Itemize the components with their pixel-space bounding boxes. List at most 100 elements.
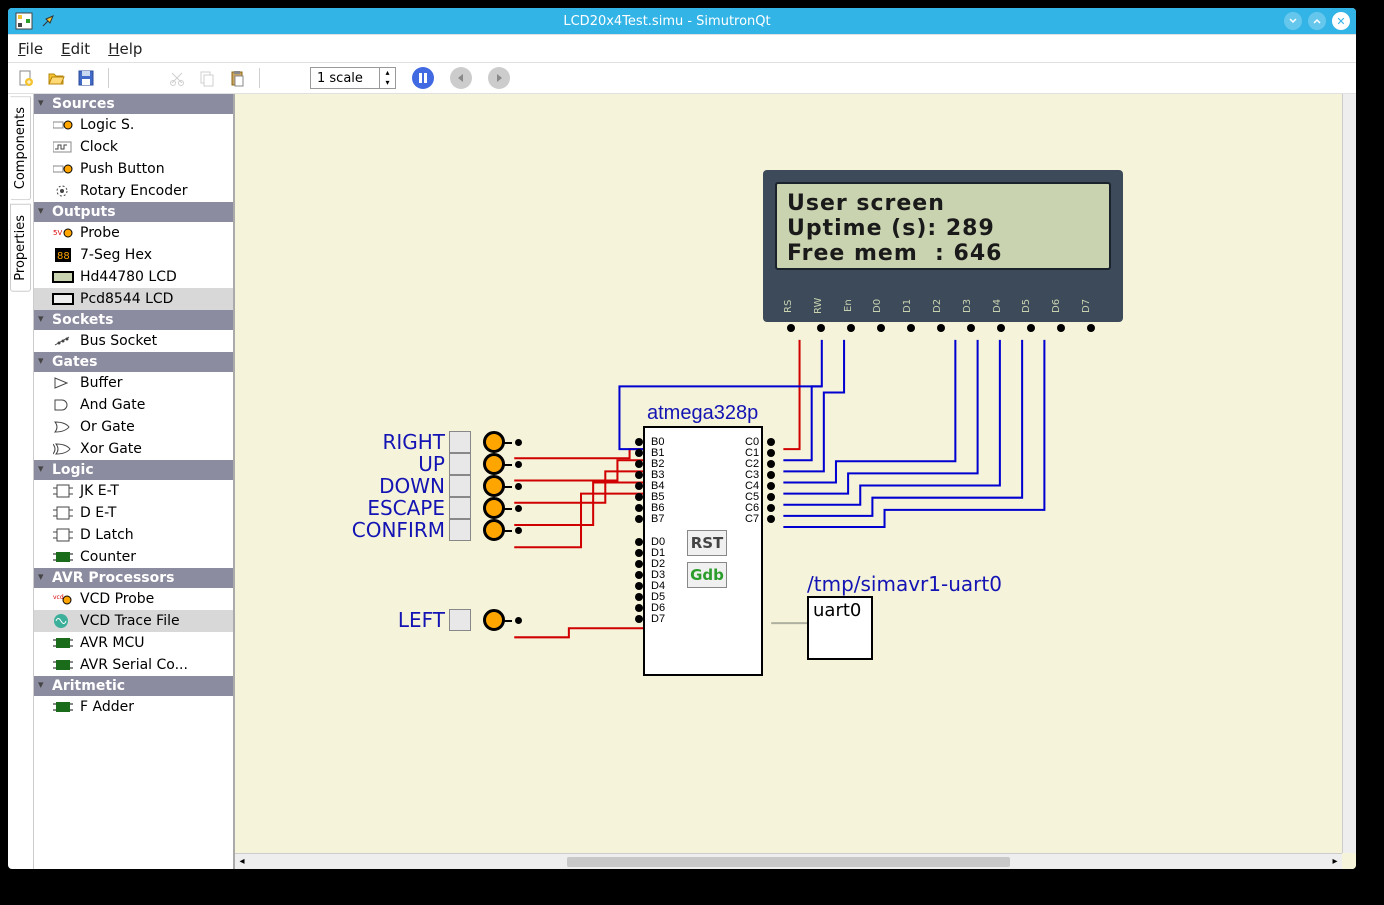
menu-edit[interactable]: Edit xyxy=(61,40,90,58)
item-logic-s[interactable]: Logic S. xyxy=(34,114,233,136)
rst-button[interactable]: RST xyxy=(687,530,727,556)
lcd-module[interactable]: User screen Uptime (s): 289 Free mem : 6… xyxy=(763,170,1123,322)
gdb-button[interactable]: Gdb xyxy=(687,562,727,588)
pin-dot xyxy=(635,515,643,523)
menu-file[interactable]: File xyxy=(18,40,43,58)
item-det[interactable]: D E-T xyxy=(34,502,233,524)
button-label-escape: ESCAPE xyxy=(345,496,445,520)
vcd-probe-icon: vcd xyxy=(52,591,74,607)
item-counter[interactable]: Counter xyxy=(34,546,233,568)
save-file-button[interactable] xyxy=(74,66,98,90)
push-button-left[interactable] xyxy=(449,609,471,631)
titlebar: LCD20x4Test.simu - SimutronQt ✕ xyxy=(8,8,1356,34)
cat-outputs[interactable]: Outputs xyxy=(34,202,233,222)
pin-dot xyxy=(767,515,775,523)
item-7seg[interactable]: 887-Seg Hex xyxy=(34,244,233,266)
cat-gates[interactable]: Gates xyxy=(34,352,233,372)
pin-dot xyxy=(635,438,643,446)
item-clock[interactable]: Clock xyxy=(34,136,233,158)
item-push-button[interactable]: Push Button xyxy=(34,158,233,180)
canvas-vscroll[interactable] xyxy=(1342,94,1356,853)
scale-up[interactable]: ▴ xyxy=(379,68,395,78)
or-icon xyxy=(52,419,74,435)
lcd-pin-d7: D7 xyxy=(1081,294,1103,318)
cat-arith[interactable]: Aritmetic xyxy=(34,676,233,696)
cat-logic[interactable]: Logic xyxy=(34,460,233,480)
port-down[interactable] xyxy=(483,475,505,497)
scale-down[interactable]: ▾ xyxy=(379,78,395,88)
uart-box[interactable]: uart0 xyxy=(807,596,873,660)
scroll-right-icon[interactable]: ▸ xyxy=(1328,856,1342,867)
push-button-down[interactable] xyxy=(449,475,471,497)
lcd-pin-d6: D6 xyxy=(1051,294,1073,318)
tab-properties[interactable]: Properties xyxy=(10,204,31,292)
cat-sockets[interactable]: Sockets xyxy=(34,310,233,330)
maximize-button[interactable] xyxy=(1308,12,1326,30)
item-hd44780[interactable]: Hd44780 LCD xyxy=(34,266,233,288)
push-button-confirm[interactable] xyxy=(449,519,471,541)
lcd-pins: RSRWEnD0D1D2D3D4D5D6D7 xyxy=(783,294,1103,318)
wire-node xyxy=(515,505,522,512)
menu-help[interactable]: Help xyxy=(108,40,142,58)
item-and[interactable]: And Gate xyxy=(34,394,233,416)
pause-button[interactable] xyxy=(412,67,434,89)
item-bus-socket[interactable]: Bus Socket xyxy=(34,330,233,352)
item-dlatch[interactable]: D Latch xyxy=(34,524,233,546)
window-title: LCD20x4Test.simu - SimutronQt xyxy=(56,14,1278,29)
lcd-pin-d5: D5 xyxy=(1021,294,1043,318)
scroll-thumb[interactable] xyxy=(567,857,1010,867)
port-right[interactable] xyxy=(483,431,505,453)
scroll-left-icon[interactable]: ◂ xyxy=(235,856,249,867)
close-button[interactable]: ✕ xyxy=(1332,12,1350,30)
port-up[interactable] xyxy=(483,453,505,475)
minimize-button[interactable] xyxy=(1284,12,1302,30)
item-avr-serial[interactable]: AVR Serial Co... xyxy=(34,654,233,676)
ff-icon xyxy=(52,527,74,543)
wire-node xyxy=(515,527,522,534)
ff-icon xyxy=(52,505,74,521)
push-button-right[interactable] xyxy=(449,431,471,453)
item-avr-mcu[interactable]: AVR MCU xyxy=(34,632,233,654)
paste-button[interactable] xyxy=(225,66,249,90)
item-xor[interactable]: Xor Gate xyxy=(34,438,233,460)
lcd-screen: User screen Uptime (s): 289 Free mem : 6… xyxy=(775,182,1111,270)
pin-dot xyxy=(767,482,775,490)
pin-dot xyxy=(635,615,643,623)
new-file-button[interactable] xyxy=(14,66,38,90)
tab-components[interactable]: Components xyxy=(10,96,31,200)
port-confirm[interactable] xyxy=(483,519,505,541)
button-label-confirm: CONFIRM xyxy=(345,518,445,542)
item-vcd-probe[interactable]: vcdVCD Probe xyxy=(34,588,233,610)
port-left[interactable] xyxy=(483,609,505,631)
item-pcd8544[interactable]: Pcd8544 LCD xyxy=(34,288,233,310)
item-probe[interactable]: 5VProbe xyxy=(34,222,233,244)
lcd-pin-dot xyxy=(937,324,945,332)
circuit-canvas[interactable]: User screen Uptime (s): 289 Free mem : 6… xyxy=(234,94,1356,869)
socket-icon xyxy=(52,333,74,349)
open-file-button[interactable] xyxy=(44,66,68,90)
cut-button[interactable] xyxy=(165,66,189,90)
push-button-escape[interactable] xyxy=(449,497,471,519)
cat-sources[interactable]: Sources xyxy=(34,94,233,114)
lcd-pin-dot xyxy=(847,324,855,332)
item-jket[interactable]: JK E-T xyxy=(34,480,233,502)
cat-avr[interactable]: AVR Processors xyxy=(34,568,233,588)
copy-button[interactable] xyxy=(195,66,219,90)
back-button[interactable] xyxy=(450,67,472,89)
item-or[interactable]: Or Gate xyxy=(34,416,233,438)
lcd-pin-en: En xyxy=(843,294,865,318)
canvas-hscroll[interactable]: ◂ ▸ xyxy=(235,853,1342,869)
port-escape[interactable] xyxy=(483,497,505,519)
scale-input[interactable] xyxy=(311,71,379,86)
item-rotary[interactable]: Rotary Encoder xyxy=(34,180,233,202)
lcd-pin-rs: RS xyxy=(783,294,805,318)
scale-spinbox[interactable]: ▴▾ xyxy=(310,67,396,89)
item-fadder[interactable]: F Adder xyxy=(34,696,233,718)
item-buffer[interactable]: Buffer xyxy=(34,372,233,394)
item-vcd-trace[interactable]: VCD Trace File xyxy=(34,610,233,632)
push-button-up[interactable] xyxy=(449,453,471,475)
pin-label-d7: D7 xyxy=(651,613,665,625)
forward-button[interactable] xyxy=(488,67,510,89)
component-tree[interactable]: Sources Logic S. Clock Push Button Rotar… xyxy=(34,94,234,869)
button-label-right: RIGHT xyxy=(345,430,445,454)
